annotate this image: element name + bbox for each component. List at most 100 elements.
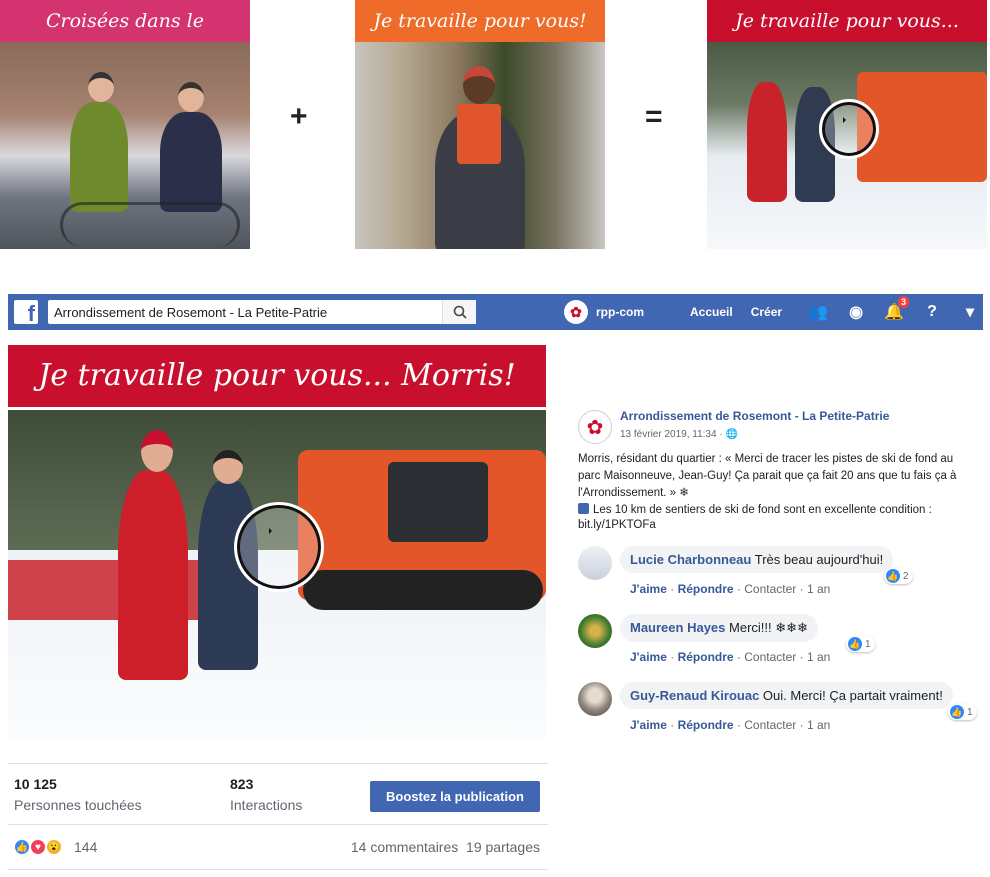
equals-sign: = <box>645 100 663 133</box>
cyclist-figure <box>70 102 128 212</box>
reach-value: 10 125 <box>14 776 57 792</box>
page-profile-icon[interactable]: ✿ <box>564 300 588 324</box>
employee-head <box>463 66 495 104</box>
banner-title-2: Je travaille pour vous! <box>355 0 605 42</box>
play-button-small[interactable] <box>819 99 879 159</box>
post-video[interactable] <box>8 410 546 740</box>
contact-action[interactable]: Contacter <box>744 718 796 732</box>
employee-photo <box>355 42 605 249</box>
comment-text: Merci!!! ❄❄❄ <box>729 620 808 635</box>
reactions-count[interactable]: 144 <box>74 839 97 855</box>
comment-text: Très beau aujourd'hui! <box>754 552 884 567</box>
plus-sign: + <box>290 100 308 133</box>
timestamp-text: 13 février 2019, 11:34 · <box>620 429 726 440</box>
like-icon: 👍 <box>950 705 964 719</box>
reach-label: Personnes touchées <box>14 797 142 813</box>
comment-reaction-badge[interactable]: 👍 1 <box>948 704 977 720</box>
banner-panel-2: Je travaille pour vous! <box>355 0 605 249</box>
comments-count[interactable]: 14 commentaires <box>351 839 458 855</box>
man-head <box>213 450 243 484</box>
cyclist-figure <box>160 112 222 212</box>
comment-author[interactable]: Lucie Charbonneau <box>630 552 751 567</box>
cyclist-head <box>178 82 204 112</box>
banner-title-1: Croisées dans le quartier! <box>0 0 250 74</box>
arrow-link-icon <box>578 503 589 514</box>
comment-time[interactable]: 1 an <box>807 650 830 664</box>
comment-bubble: Guy-Renaud Kirouac Oui. Merci! Ça partai… <box>620 682 953 709</box>
avatar[interactable] <box>578 546 612 580</box>
comment-bubble: Lucie Charbonneau Très beau aujourd'hui! <box>620 546 894 573</box>
like-icon: 👍 <box>886 569 900 583</box>
comment-time[interactable]: 1 an <box>807 718 830 732</box>
scarf <box>457 104 501 164</box>
help-icon[interactable]: ? <box>922 303 942 321</box>
banner-panel-3: Je travaille pour vous... Morris! <box>707 0 987 249</box>
comments-shares: 14 commentaires 19 partages <box>351 839 540 855</box>
nav-home-link[interactable]: Accueil <box>690 305 733 319</box>
globe-icon: 🌐 <box>725 429 738 440</box>
search-button[interactable] <box>442 300 476 324</box>
post-text: Morris, résidant du quartier : « Merci d… <box>578 453 957 499</box>
nav-right: ✿ rpp-com Accueil Créer 👥 ◉ 🔔 3 ? ▾ <box>564 294 980 330</box>
video-thumbnail-small[interactable] <box>707 42 987 249</box>
page-avatar[interactable]: ✿ <box>578 410 612 444</box>
comment-actions: J'aime · Répondre · Contacter · 1 an <box>630 718 831 732</box>
vehicle-tracks <box>303 570 543 610</box>
skier-figure <box>118 470 188 680</box>
bicycle-wheels <box>60 202 240 247</box>
play-button[interactable] <box>234 502 324 592</box>
nav-create-link[interactable]: Créer <box>751 305 782 319</box>
comment-reaction-badge[interactable]: 👍 2 <box>884 568 913 584</box>
like-action[interactable]: J'aime <box>630 582 667 596</box>
comment-text: Oui. Merci! Ça partait vraiment! <box>762 688 943 703</box>
post-link-text[interactable]: Les 10 km de sentiers de ski de fond son… <box>578 504 932 531</box>
search-input[interactable]: Arrondissement de Rosemont - La Petite-P… <box>48 300 476 324</box>
boost-button[interactable]: Boostez la publication <box>370 781 540 812</box>
skier-figure <box>747 82 787 202</box>
page-handle-link[interactable]: rpp-com <box>596 305 644 319</box>
comment-author[interactable]: Guy-Renaud Kirouac <box>630 688 759 703</box>
post-banner-title: Je travaille pour vous... Morris! <box>8 345 546 407</box>
comment-bubble: Maureen Hayes Merci!!! ❄❄❄ <box>620 614 818 642</box>
notifications-icon[interactable]: 🔔 3 <box>884 295 911 322</box>
banner-panel-1: Croisées dans le quartier! <box>0 0 250 249</box>
love-reaction-icon[interactable]: ♥ <box>30 839 46 855</box>
friends-icon[interactable]: 👥 <box>808 302 828 322</box>
like-reaction-icon[interactable]: 👍 <box>14 839 30 855</box>
comment-author[interactable]: Maureen Hayes <box>630 620 725 635</box>
facebook-logo-icon[interactable]: f <box>14 300 38 324</box>
post-timestamp[interactable]: 13 février 2019, 11:34 · 🌐 <box>620 429 738 440</box>
search-value: Arrondissement de Rosemont - La Petite-P… <box>54 304 328 320</box>
comment-reaction-count: 1 <box>967 706 973 718</box>
reply-action[interactable]: Répondre <box>678 718 734 732</box>
reply-action[interactable]: Répondre <box>678 582 734 596</box>
avatar[interactable] <box>578 682 612 716</box>
like-action[interactable]: J'aime <box>630 650 667 664</box>
like-action[interactable]: J'aime <box>630 718 667 732</box>
like-icon: 👍 <box>848 637 862 651</box>
comment-time[interactable]: 1 an <box>807 582 830 596</box>
interactions-label: Interactions <box>230 797 303 813</box>
chevron-down-icon[interactable]: ▾ <box>960 302 980 322</box>
contact-action[interactable]: Contacter <box>744 650 796 664</box>
skier-head <box>141 430 173 472</box>
post-link[interactable]: Les 10 km de sentiers de ski de fond son… <box>578 503 976 533</box>
comment-actions: J'aime · Répondre · Contacter · 1 an <box>630 582 831 596</box>
wow-reaction-icon[interactable]: 😮 <box>46 839 62 855</box>
reply-action[interactable]: Répondre <box>678 650 734 664</box>
avatar[interactable] <box>578 614 612 648</box>
vehicle-cab-window <box>388 462 488 542</box>
comment-actions: J'aime · Répondre · Contacter · 1 an <box>630 650 831 664</box>
shares-count[interactable]: 19 partages <box>466 839 540 855</box>
notification-badge: 3 <box>897 295 911 309</box>
interactions-value: 823 <box>230 776 254 792</box>
banner-title-3: Je travaille pour vous... Morris! <box>707 0 987 74</box>
contact-action[interactable]: Contacter <box>744 582 796 596</box>
cyclists-photo <box>0 42 250 249</box>
comment-reaction-count: 1 <box>865 638 871 650</box>
comment-reaction-badge[interactable]: 👍 1 <box>846 636 875 652</box>
reactions-bar: 👍 ♥ 😮 144 14 commentaires 19 partages <box>8 824 548 870</box>
comment-reaction-count: 2 <box>903 570 909 582</box>
page-name-link[interactable]: Arrondissement de Rosemont - La Petite-P… <box>620 409 889 423</box>
messenger-icon[interactable]: ◉ <box>846 302 866 322</box>
